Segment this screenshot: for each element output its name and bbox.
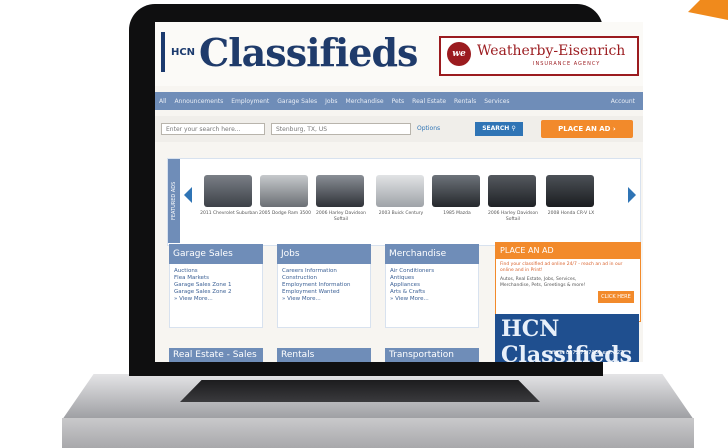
category-links: Careers Information Construction Employm… [277,264,371,328]
category-link[interactable]: Air Conditioners [390,268,474,275]
nav-item-garage-sales[interactable]: Garage Sales [277,98,317,105]
nav-item-merchandise[interactable]: Merchandise [346,98,384,105]
search-icon: ⚲ [511,125,516,132]
nav-item-announcements[interactable]: Announcements [174,98,223,105]
category-jobs: Jobs Careers Information Construction Em… [277,244,371,328]
search-options-link[interactable]: Options [417,125,440,132]
carousel-prev-icon[interactable] [184,187,192,203]
view-more-link[interactable]: » View More... [390,296,474,303]
sponsor-banner[interactable]: we Weatherby-Eisenrich INSURANCE AGENCY [439,36,639,76]
car-caption[interactable]: 1985 Mazda [428,211,486,217]
chevron-right-icon: › [612,125,616,133]
click-here-button[interactable]: CLICK HERE [598,291,634,303]
category-link[interactable]: Employment Wanted [282,289,366,296]
site-logo[interactable]: Classifieds [199,30,418,75]
location-input[interactable]: Stenburg, TX, US [271,123,411,135]
sponsor-emblem-icon: we [447,42,471,66]
category-link[interactable]: Construction [282,275,366,282]
nav-account-link[interactable]: Account [611,98,635,105]
category-links: Auctions Flea Markets Garage Sales Zone … [169,264,263,328]
car-caption[interactable]: 2006 Harley Davidson Softail [312,211,370,223]
car-thumbnail[interactable] [432,175,480,207]
car-thumbnail[interactable] [546,175,594,207]
laptop-hinge-recess [180,380,540,402]
category-link[interactable]: Garage Sales Zone 1 [174,282,258,289]
motorcycle-thumbnail[interactable] [488,175,536,207]
category-title[interactable]: Jobs [277,244,371,264]
category-link[interactable]: Careers Information [282,268,366,275]
motorcycle-thumbnail[interactable] [316,175,364,207]
orange-corner-accent [688,0,728,20]
featured-ads-label: FEATURED ADS [168,159,180,243]
car-thumbnail[interactable] [260,175,308,207]
car-caption[interactable]: 2011 Chevrolet Suburban [200,211,258,217]
nav-item-jobs[interactable]: Jobs [325,98,337,105]
category-link[interactable]: Auctions [174,268,258,275]
featured-ads-carousel: FEATURED ADS 2011 Chevrolet Suburban 200… [167,158,641,246]
place-ad-panel-categories: Autos, Real Estate, Jobs, Services, Merc… [500,277,586,288]
promo-office-phone: office: 817.573.7066 ext. 227 [549,350,624,356]
view-more-link[interactable]: » View More... [174,296,258,303]
category-link[interactable]: Antiques [390,275,474,282]
nav-item-pets[interactable]: Pets [392,98,405,105]
nav-item-rentals[interactable]: Rentals [454,98,476,105]
carousel-next-icon[interactable] [628,187,636,203]
category-real-estate-sales[interactable]: Real Estate - Sales [169,348,263,362]
search-button-label: SEARCH [482,125,510,132]
main-nav: All Announcements Employment Garage Sale… [155,92,643,110]
category-link[interactable]: Arts & Crafts [390,289,474,296]
search-placeholder: Enter your search here... [166,126,241,133]
car-caption[interactable]: 2003 Buick Century [372,211,430,217]
place-ad-button-label: PLACE AN AD [558,125,611,133]
sponsor-subtitle: INSURANCE AGENCY [533,61,601,67]
search-button[interactable]: SEARCH ⚲ [475,122,523,136]
car-caption[interactable]: 2006 Harley Davidson Softail [484,211,542,223]
logo-badge: HCN [161,32,201,72]
car-thumbnail[interactable] [376,175,424,207]
place-ad-panel: PLACE AN AD Find your classified ad onli… [495,242,641,322]
category-links: Air Conditioners Antiques Appliances Art… [385,264,479,328]
nav-item-employment[interactable]: Employment [231,98,269,105]
search-input[interactable]: Enter your search here... [161,123,265,135]
category-transportation[interactable]: Transportation [385,348,479,362]
location-value: Stenburg, TX, US [276,126,328,133]
laptop-base-front [62,418,694,448]
category-link[interactable]: Employment Information [282,282,366,289]
sponsor-name: Weatherby-Eisenrich [477,43,626,59]
place-ad-panel-title: PLACE AN AD [496,243,640,259]
nav-item-real-estate[interactable]: Real Estate [412,98,446,105]
nav-item-all[interactable]: All [159,98,166,105]
category-link[interactable]: Garage Sales Zone 2 [174,289,258,296]
category-link[interactable]: Appliances [390,282,474,289]
place-ad-button[interactable]: PLACE AN AD › [541,120,633,138]
car-thumbnail[interactable] [204,175,252,207]
promo-banner[interactable]: HCN Classifieds office: 817.573.7066 ext… [495,314,639,362]
nav-item-services[interactable]: Services [484,98,509,105]
car-caption[interactable]: 2005 Dodge Ram 3500 [256,211,314,217]
laptop-screen: HCN Classifieds we Weatherby-Eisenrich I… [155,22,643,362]
category-rentals[interactable]: Rentals [277,348,371,362]
category-garage-sales: Garage Sales Auctions Flea Markets Garag… [169,244,263,328]
car-caption[interactable]: 2008 Honda CR-V LX [542,211,600,217]
category-link[interactable]: Flea Markets [174,275,258,282]
place-ad-panel-text: Find your classified ad online 24/7 - re… [500,262,623,273]
view-more-link[interactable]: » View More... [282,296,366,303]
search-bar: Enter your search here... Stenburg, TX, … [155,116,643,142]
category-title[interactable]: Garage Sales [169,244,263,264]
site-header: HCN Classifieds we Weatherby-Eisenrich I… [155,22,643,86]
category-title[interactable]: Merchandise [385,244,479,264]
category-merchandise: Merchandise Air Conditioners Antiques Ap… [385,244,479,328]
logo-badge-text: HCN [170,46,196,58]
